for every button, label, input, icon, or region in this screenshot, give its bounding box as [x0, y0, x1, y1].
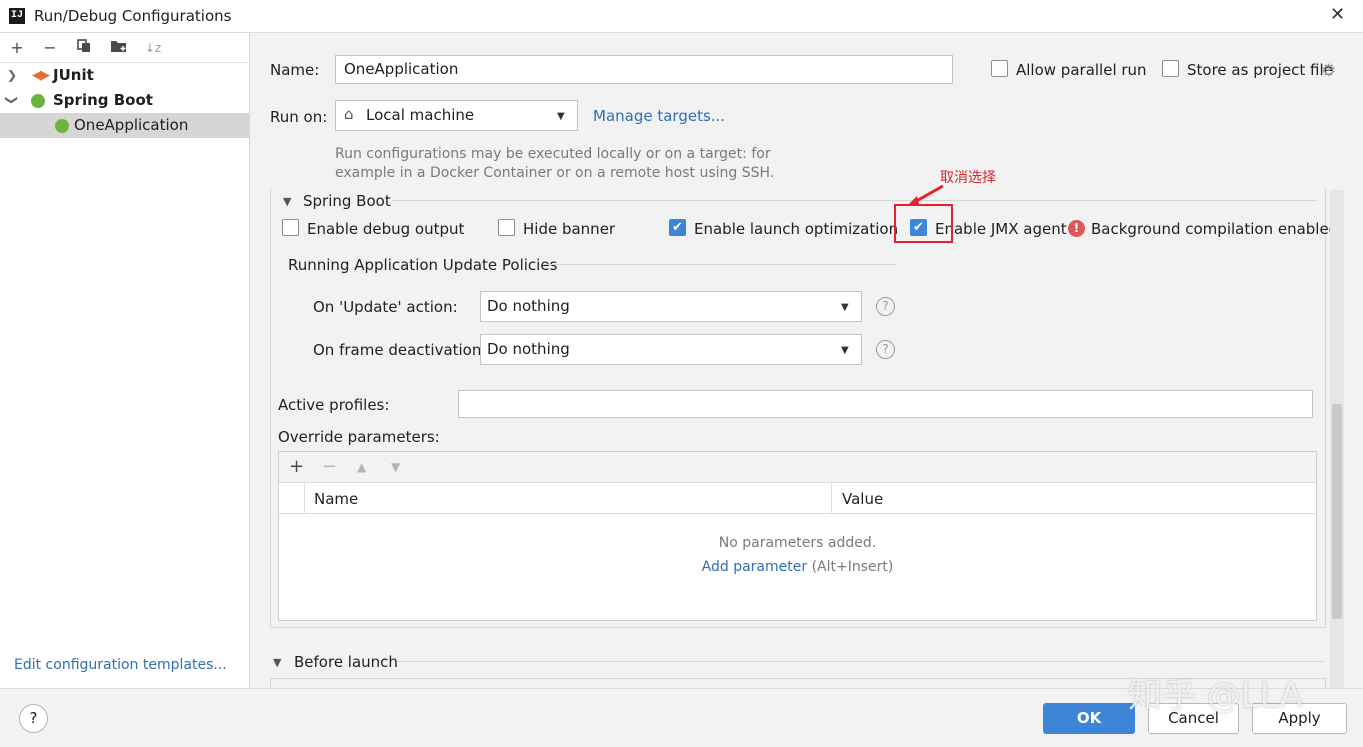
on-update-action-select[interactable]: Do nothing ▼ [480, 291, 862, 322]
add-parameter-icon[interactable]: + [289, 456, 304, 477]
zhihu-watermark: 知乎 @LLA [1128, 676, 1303, 716]
ok-button[interactable]: OK [1043, 703, 1135, 734]
sort-icon[interactable]: ↓z [142, 37, 164, 59]
allow-parallel-run-checkbox[interactable] [991, 60, 1008, 77]
column-divider [831, 483, 832, 513]
enable-jmx-agent-label: Enable JMX agent [935, 220, 1067, 238]
copy-icon[interactable] [73, 37, 95, 59]
section-divider [544, 264, 896, 265]
run-on-value: Local machine [366, 106, 475, 124]
title-bar: IJ Run/Debug Configurations ✕ [0, 0, 1363, 33]
store-as-project-file-label: Store as project file [1187, 61, 1333, 79]
name-input[interactable]: OneApplication [335, 55, 953, 84]
move-up-icon[interactable]: ▲ [357, 460, 366, 474]
remove-icon[interactable]: − [39, 37, 61, 59]
override-parameters-table: + − ▲ ▼ Name Value No parameters added. … [278, 451, 1317, 621]
run-on-select[interactable]: ⌂ Local machine ▼ [335, 100, 578, 131]
add-icon[interactable]: + [6, 37, 28, 59]
chevron-down-icon: ▼ [841, 345, 849, 356]
store-as-project-file-checkbox[interactable] [1162, 60, 1179, 77]
enable-launch-optimization-checkbox[interactable]: ✔ [669, 219, 686, 236]
enable-debug-output-checkbox[interactable] [282, 219, 299, 236]
table-empty-text: No parameters added. [718, 535, 877, 551]
tree-item-label: OneApplication [74, 116, 189, 134]
scrollbar-thumb[interactable] [1332, 404, 1342, 619]
run-on-hint-line2: example in a Docker Container or on a re… [335, 165, 775, 181]
collapse-triangle-icon[interactable]: ▼ [273, 656, 281, 669]
update-policies-title: Running Application Update Policies [288, 256, 558, 274]
before-launch-title: Before launch [294, 653, 398, 671]
collapse-triangle-icon[interactable]: ▼ [283, 195, 291, 208]
tree-item-label: JUnit [53, 66, 94, 84]
manage-targets-link[interactable]: Manage targets... [593, 107, 725, 125]
help-icon[interactable]: ? [876, 297, 895, 316]
chevron-down-icon: ▼ [841, 302, 849, 313]
move-down-icon[interactable]: ▼ [391, 460, 400, 474]
help-button[interactable]: ? [19, 704, 48, 733]
spring-boot-app-icon [55, 119, 69, 133]
spring-boot-section-title: Spring Boot [303, 192, 391, 210]
add-parameter-link[interactable]: Add parameter [702, 559, 807, 575]
spring-boot-icon [31, 94, 45, 108]
background-compilation-label: Background compilation enabled [1091, 220, 1339, 238]
enable-debug-output-label: Enable debug output [307, 220, 465, 238]
remove-parameter-icon[interactable]: − [322, 456, 337, 477]
edit-configuration-templates-link[interactable]: Edit configuration templates... [14, 657, 227, 673]
on-frame-deactivation-value: Do nothing [487, 340, 570, 358]
run-on-label: Run on: [270, 108, 328, 126]
annotation-text: 取消选择 [940, 170, 996, 186]
home-icon: ⌂ [344, 105, 354, 123]
help-icon[interactable]: ? [876, 340, 895, 359]
gear-icon[interactable]: ⚙ [1321, 61, 1336, 81]
table-header: Name Value [279, 483, 1316, 514]
name-label: Name: [270, 61, 320, 79]
column-header-name[interactable]: Name [314, 490, 358, 508]
enable-launch-optimization-label: Enable launch optimization [694, 220, 899, 238]
tree-item-spring-boot[interactable]: ❯ Spring Boot [0, 88, 250, 113]
active-profiles-label: Active profiles: [278, 396, 390, 414]
tree-item-junit[interactable]: ❯ ◀▶ JUnit [0, 63, 250, 88]
table-toolbar: + − ▲ ▼ [279, 452, 1316, 483]
allow-parallel-run-label: Allow parallel run [1016, 61, 1147, 79]
window-title: Run/Debug Configurations [34, 7, 232, 25]
on-update-action-value: Do nothing [487, 297, 570, 315]
intellij-app-icon: IJ [9, 8, 25, 24]
on-frame-deactivation-select[interactable]: Do nothing ▼ [480, 334, 862, 365]
close-icon[interactable]: ✕ [1330, 4, 1345, 25]
junit-icon: ◀▶ [32, 68, 50, 83]
on-update-action-label: On 'Update' action: [313, 298, 458, 316]
column-header-value[interactable]: Value [842, 490, 883, 508]
active-profiles-input[interactable] [458, 390, 1313, 418]
new-folder-icon[interactable] [108, 37, 130, 59]
add-parameter-row: Add parameter (Alt+Insert) [279, 559, 1316, 575]
annotation-arrow-icon [907, 184, 944, 206]
chevron-down-icon[interactable]: ❯ [5, 95, 19, 105]
add-parameter-shortcut: (Alt+Insert) [811, 559, 894, 575]
on-frame-deactivation-label: On frame deactivation: [313, 341, 487, 359]
annotation-highlight-box [894, 204, 953, 243]
chevron-down-icon: ▼ [557, 111, 565, 122]
configuration-tree-panel: + − ↓z ❯ ◀▶ JUnit ❯ Spring Boot OneAppli… [0, 33, 250, 688]
hide-banner-checkbox[interactable] [498, 219, 515, 236]
chevron-right-icon[interactable]: ❯ [7, 68, 17, 82]
vertical-scrollbar[interactable] [1330, 190, 1344, 688]
tree-item-oneapplication[interactable]: OneApplication [0, 113, 250, 138]
section-divider [392, 200, 1317, 201]
section-divider [397, 661, 1325, 662]
error-icon: ! [1068, 220, 1085, 237]
run-on-hint-line1: Run configurations may be executed local… [335, 146, 771, 162]
override-parameters-label: Override parameters: [278, 428, 440, 446]
hide-banner-label: Hide banner [523, 220, 616, 238]
column-divider [304, 483, 305, 513]
tree-item-label: Spring Boot [53, 91, 153, 109]
